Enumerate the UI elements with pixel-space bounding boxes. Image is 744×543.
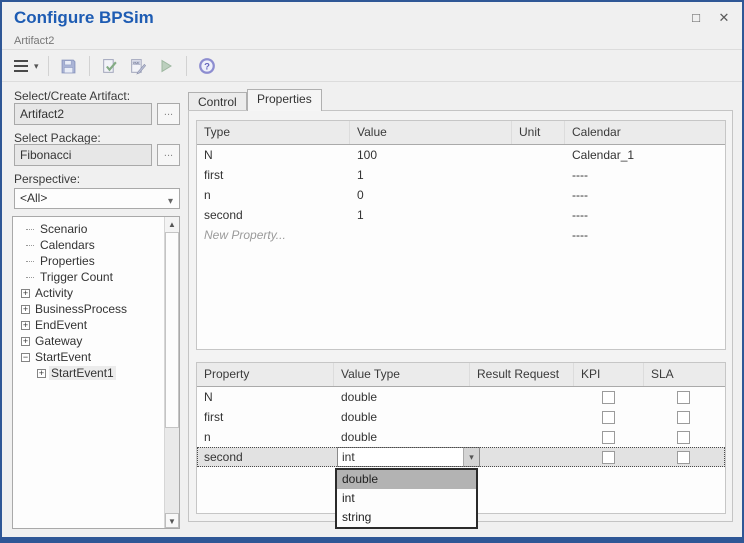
close-icon[interactable]: ✕ bbox=[716, 10, 732, 26]
save-icon bbox=[60, 58, 77, 75]
collapse-icon[interactable]: − bbox=[21, 353, 30, 362]
table-header: Property Value Type Result Request KPI S… bbox=[197, 363, 725, 387]
svg-text:?: ? bbox=[204, 61, 210, 72]
help-button[interactable]: ? bbox=[196, 55, 218, 77]
edit-xml-button[interactable]: XML bbox=[127, 55, 149, 77]
dropdown-option-double[interactable]: double bbox=[337, 470, 476, 489]
expand-icon[interactable]: + bbox=[21, 289, 30, 298]
scroll-down-icon[interactable]: ▼ bbox=[165, 513, 179, 528]
artifact-browse-button[interactable]: ... bbox=[157, 103, 180, 125]
package-browse-button[interactable]: ... bbox=[157, 144, 180, 166]
window-title: Configure BPSim bbox=[14, 8, 154, 28]
tree-item-activity[interactable]: +Activity bbox=[13, 285, 163, 301]
new-property-row[interactable]: New Property... ---- bbox=[197, 225, 725, 245]
tab-properties[interactable]: Properties bbox=[247, 89, 322, 111]
tree-item-businessprocess[interactable]: +BusinessProcess bbox=[13, 301, 163, 317]
xml-document-icon: XML bbox=[129, 58, 147, 75]
kpi-checkbox[interactable] bbox=[602, 451, 615, 464]
combo-dropdown-icon[interactable]: ▾ bbox=[463, 448, 479, 466]
expand-icon[interactable]: + bbox=[21, 305, 30, 314]
tree-item-startevent1[interactable]: +StartEvent1 bbox=[13, 365, 163, 381]
perspective-label: Perspective: bbox=[14, 172, 80, 186]
column-header-calendar[interactable]: Calendar bbox=[565, 121, 725, 144]
table-row[interactable]: second 1 ---- bbox=[197, 205, 725, 225]
bpsim-tree: Scenario Calendars Properties Trigger Co… bbox=[12, 216, 180, 529]
value-type-dropdown-list: double int string bbox=[335, 468, 478, 529]
menu-caret-icon[interactable]: ▾ bbox=[34, 61, 39, 72]
sla-checkbox[interactable] bbox=[677, 411, 690, 424]
menu-button[interactable] bbox=[10, 55, 32, 77]
dropdown-option-int[interactable]: int bbox=[337, 489, 476, 508]
sla-checkbox[interactable] bbox=[677, 391, 690, 404]
scroll-up-icon[interactable]: ▲ bbox=[165, 217, 179, 232]
validate-button[interactable] bbox=[99, 55, 121, 77]
artifact-field[interactable]: Artifact2 bbox=[14, 103, 152, 125]
sla-checkbox[interactable] bbox=[677, 451, 690, 464]
expand-icon[interactable]: + bbox=[21, 321, 30, 330]
window-controls: □ ✕ bbox=[688, 10, 732, 26]
table-row[interactable]: first 1 ---- bbox=[197, 165, 725, 185]
perspective-select[interactable]: <All> ▾ bbox=[14, 188, 180, 209]
divider bbox=[2, 81, 742, 82]
table-row-selected[interactable]: second int ▾ bbox=[197, 447, 725, 467]
package-field[interactable]: Fibonacci bbox=[14, 144, 152, 166]
table-row[interactable]: n double bbox=[197, 427, 725, 447]
tree-item-properties[interactable]: Properties bbox=[13, 253, 163, 269]
tree-item-calendars[interactable]: Calendars bbox=[13, 237, 163, 253]
kpi-checkbox[interactable] bbox=[602, 391, 615, 404]
column-header-result-request[interactable]: Result Request bbox=[470, 363, 574, 386]
save-button[interactable] bbox=[58, 55, 80, 77]
artifact-label: Select/Create Artifact: bbox=[14, 89, 130, 103]
toolbar-separator bbox=[89, 56, 90, 76]
validate-document-icon bbox=[101, 58, 118, 75]
column-header-property[interactable]: Property bbox=[197, 363, 334, 386]
svg-text:XML: XML bbox=[132, 61, 140, 65]
table-row[interactable]: N 100 Calendar_1 bbox=[197, 145, 725, 165]
toolbar-separator bbox=[186, 56, 187, 76]
configure-bpsim-dialog: Configure BPSim □ ✕ Artifact2 ▾ bbox=[0, 0, 744, 543]
divider bbox=[2, 49, 742, 50]
dropdown-option-string[interactable]: string bbox=[337, 508, 476, 527]
column-header-value-type[interactable]: Value Type bbox=[334, 363, 470, 386]
tree-scrollbar[interactable]: ▲ ▼ bbox=[164, 217, 179, 528]
help-icon: ? bbox=[198, 57, 216, 75]
scrollbar-thumb[interactable] bbox=[165, 232, 179, 428]
kpi-checkbox[interactable] bbox=[602, 411, 615, 424]
column-header-kpi[interactable]: KPI bbox=[574, 363, 644, 386]
table-row[interactable]: n 0 ---- bbox=[197, 185, 725, 205]
package-label: Select Package: bbox=[14, 131, 101, 145]
toolbar: ▾ XML bbox=[10, 51, 218, 81]
chevron-down-icon: ▾ bbox=[168, 192, 173, 211]
table-header: Type Value Unit Calendar bbox=[197, 121, 725, 145]
tree-item-trigger-count[interactable]: Trigger Count bbox=[13, 269, 163, 285]
properties-tab-panel: Type Value Unit Calendar N 100 Calendar_… bbox=[188, 110, 733, 522]
toolbar-separator bbox=[48, 56, 49, 76]
column-header-value[interactable]: Value bbox=[350, 121, 512, 144]
tree-item-startevent[interactable]: −StartEvent bbox=[13, 349, 163, 365]
kpi-checkbox[interactable] bbox=[602, 431, 615, 444]
tree-item-gateway[interactable]: +Gateway bbox=[13, 333, 163, 349]
hamburger-icon bbox=[14, 65, 28, 67]
property-values-table: Type Value Unit Calendar N 100 Calendar_… bbox=[196, 120, 726, 350]
column-header-type[interactable]: Type bbox=[197, 121, 350, 144]
table-row[interactable]: first double bbox=[197, 407, 725, 427]
perspective-value: <All> bbox=[20, 191, 47, 205]
tab-control[interactable]: Control bbox=[188, 92, 247, 111]
tree-item-endevent[interactable]: +EndEvent bbox=[13, 317, 163, 333]
run-button[interactable] bbox=[155, 55, 177, 77]
sla-checkbox[interactable] bbox=[677, 431, 690, 444]
column-header-sla[interactable]: SLA bbox=[644, 363, 725, 386]
expand-icon[interactable]: + bbox=[21, 337, 30, 346]
play-icon bbox=[158, 58, 174, 74]
dialog-subtitle: Artifact2 bbox=[14, 35, 54, 47]
table-row[interactable]: N double bbox=[197, 387, 725, 407]
column-header-unit[interactable]: Unit bbox=[512, 121, 565, 144]
expand-icon[interactable]: + bbox=[37, 369, 46, 378]
maximize-icon[interactable]: □ bbox=[688, 10, 704, 26]
value-type-combobox[interactable]: int ▾ bbox=[337, 447, 480, 467]
tree-item-scenario[interactable]: Scenario bbox=[13, 221, 163, 237]
